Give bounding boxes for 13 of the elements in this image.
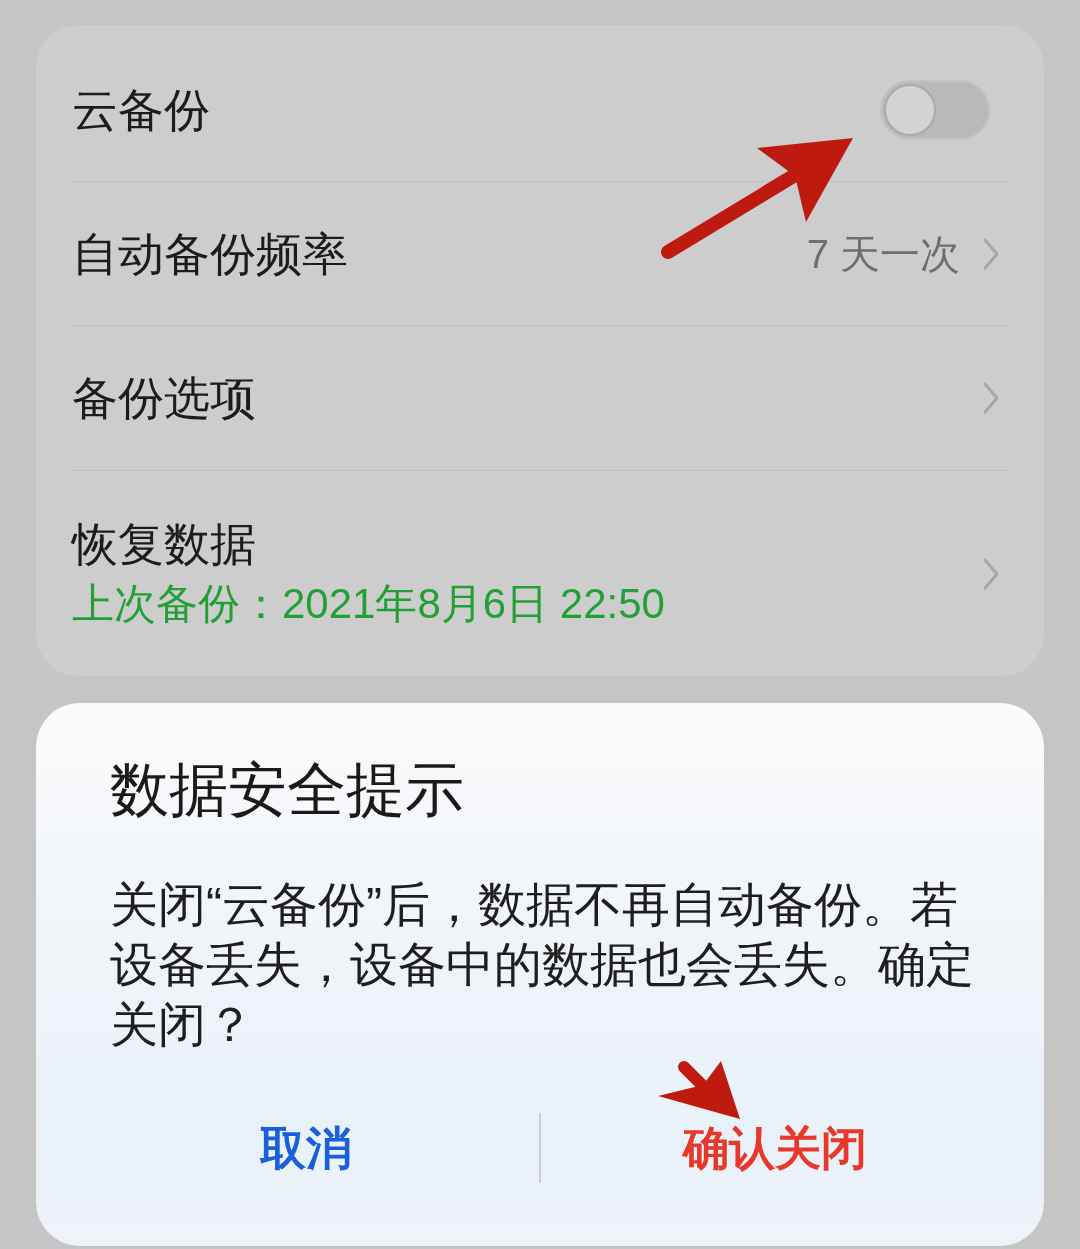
confirm-button[interactable]: 确认关闭 — [541, 1103, 1008, 1193]
setting-label[interactable]: 云备份 — [72, 80, 210, 140]
dialog-message: 关闭“云备份”后，数据不再自动备份。若设备丢失，设备中的数据也会丢失。确定关闭？ — [110, 877, 975, 1053]
setting-label[interactable]: 恢复数据 — [72, 513, 256, 574]
chevron-right-icon — [982, 381, 1000, 415]
setting-label[interactable]: 自动备份频率 — [72, 223, 348, 284]
chevron-right-icon — [982, 556, 1000, 591]
dialog-title: 数据安全提示 — [110, 756, 464, 825]
last-backup-text: 上次备份：2021年8月6日 22:50 — [72, 578, 665, 629]
chevron-right-icon — [982, 236, 1000, 271]
setting-value: 7 天一次 — [806, 230, 960, 278]
cancel-button[interactable]: 取消 — [72, 1103, 539, 1193]
setting-label[interactable]: 备份选项 — [72, 368, 256, 428]
